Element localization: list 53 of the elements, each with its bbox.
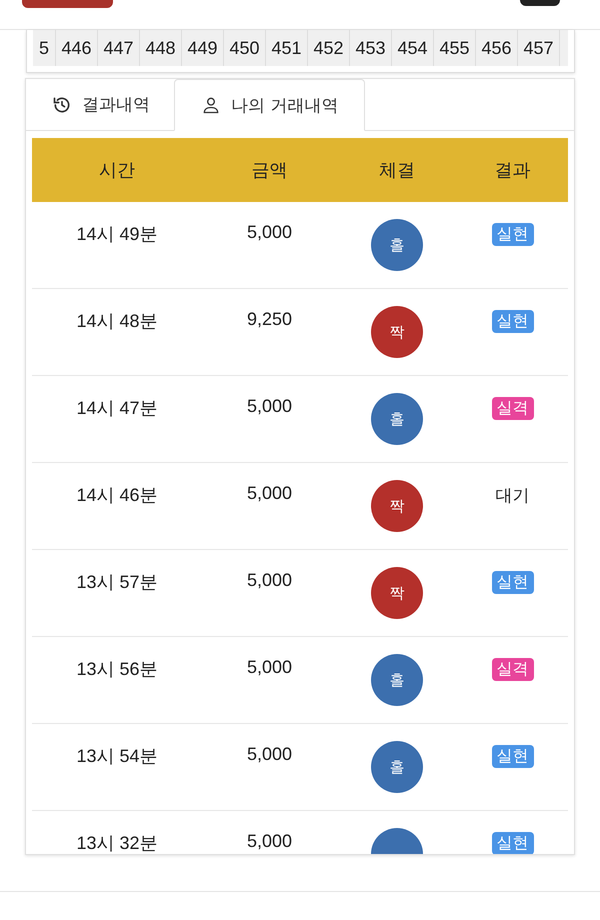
time-cell-text: 13시 57분 [75, 571, 159, 594]
time-cell-text: 13시 54분 [75, 745, 159, 768]
bet-ball: 홀 [371, 219, 423, 271]
result-badge: 실현 [492, 832, 534, 854]
amount-cell-text: 5,000 [246, 221, 294, 244]
menu-button[interactable] [22, 0, 113, 8]
round-number[interactable]: 449 [182, 30, 224, 66]
amount-cell-text: 5,000 [246, 743, 294, 766]
time-cell-text: 13시 32분 [75, 832, 159, 854]
result-badge: 실격 [492, 397, 534, 420]
bet-ball: 홀 [371, 741, 423, 793]
result-badge: 실현 [492, 745, 534, 768]
amount-cell-text: 5,000 [246, 830, 294, 853]
time-cell-text: 14시 49분 [75, 223, 159, 246]
amount-cell-text: 5,000 [246, 569, 294, 592]
result-badge: 실현 [492, 571, 534, 594]
round-number[interactable]: 447 [98, 30, 140, 66]
result-text: 대기 [496, 485, 530, 507]
bet-ball: 짝 [371, 306, 423, 358]
time-cell-text: 14시 47분 [75, 397, 159, 420]
round-number[interactable]: 454 [392, 30, 434, 66]
time-cell-text: 14시 46분 [75, 484, 159, 507]
bet-ball: 홀 [371, 393, 423, 445]
amount-cell-text: 5,000 [246, 395, 294, 418]
column-header: 금액 [250, 159, 288, 182]
round-number[interactable]: 455 [434, 30, 476, 66]
bet-ball: 홀 [371, 654, 423, 706]
history-icon [52, 94, 72, 114]
column-header: 시간 [98, 159, 136, 182]
amount-cell-text: 9,250 [246, 308, 294, 331]
tab[interactable]: 나의 거래내역 [174, 79, 366, 131]
result-badge: 실현 [492, 223, 534, 246]
column-header: 결과 [494, 159, 532, 182]
amount-cell-text: 5,000 [246, 482, 294, 505]
round-number[interactable]: 453 [350, 30, 392, 66]
result-badge: 실현 [492, 310, 534, 333]
column-header: 체결 [378, 159, 416, 182]
round-number[interactable]: 448 [140, 30, 182, 66]
user-icon [201, 95, 221, 115]
result-badge: 실격 [492, 658, 534, 681]
amount-cell-text: 5,000 [246, 656, 294, 679]
time-cell-text: 13시 56분 [75, 658, 159, 681]
bet-ball: 짝 [371, 480, 423, 532]
bet-ball: 짝 [371, 567, 423, 619]
round-number[interactable]: 457 [518, 30, 560, 66]
round-number[interactable]: 450 [224, 30, 266, 66]
round-number[interactable]: 452 [308, 30, 350, 66]
time-cell-text: 14시 48분 [75, 310, 159, 333]
round-number[interactable]: 451 [266, 30, 308, 66]
tab[interactable]: 결과내역 [26, 79, 174, 130]
round-number[interactable]: 5 [33, 30, 56, 66]
round-number[interactable]: 456 [476, 30, 518, 66]
round-number[interactable]: 446 [56, 30, 98, 66]
